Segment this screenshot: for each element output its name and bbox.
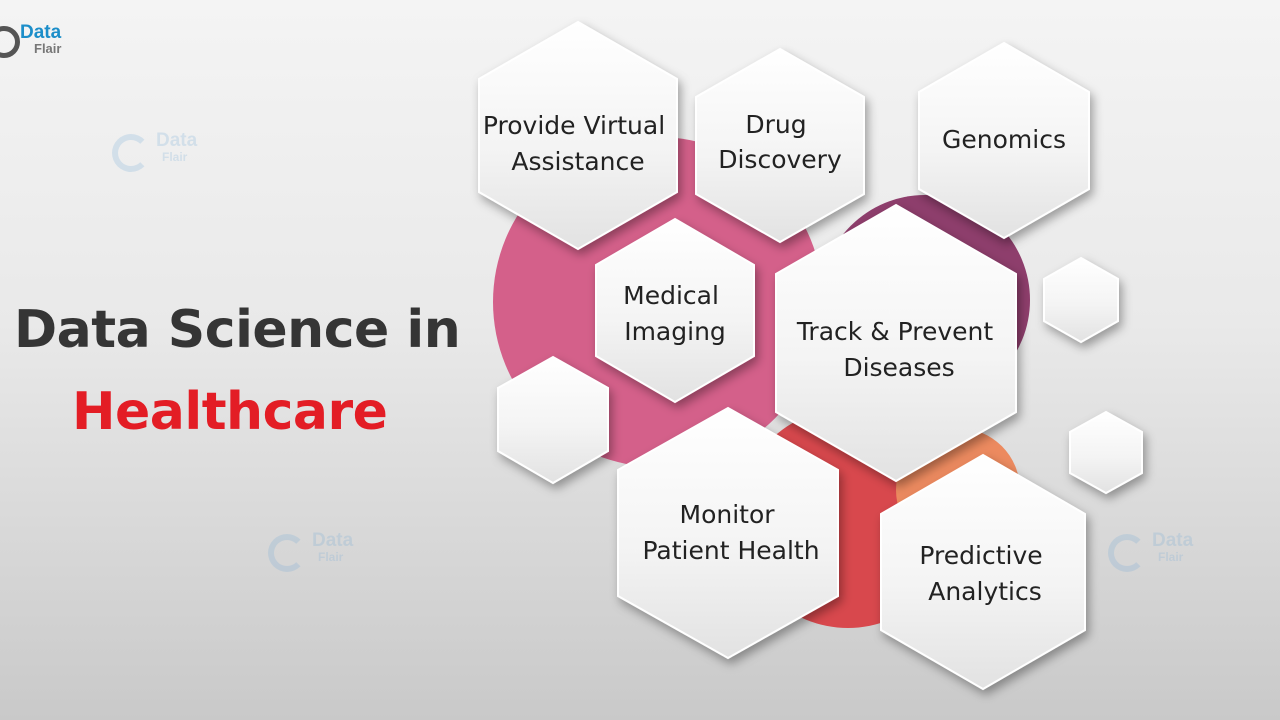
small-hexagon <box>1043 256 1119 344</box>
node-label-line: Track & Prevent <box>796 317 994 346</box>
node-label-line: Assistance <box>511 147 644 176</box>
node-label-line: Imaging <box>624 317 726 346</box>
node-label-line: Analytics <box>928 577 1042 606</box>
node-label-line: Genomics <box>942 125 1066 154</box>
node-label-line: Predictive <box>919 541 1042 570</box>
node-label-line: Medical <box>623 281 719 310</box>
hexagon-diagram: Provide Virtual Assistance Drug Discover… <box>478 20 1143 691</box>
infographic-canvas: Data Flair Data Flair Data Flair Data Flair… <box>0 0 1280 720</box>
node-label-line: Drug <box>745 110 806 139</box>
node-label-line: Provide Virtual <box>483 111 665 140</box>
node-label-line: Patient Health <box>642 536 819 565</box>
node-label-line: Monitor <box>680 500 776 529</box>
small-hexagon <box>1069 410 1143 495</box>
node-label: Genomics <box>942 125 1066 154</box>
node-label-line: Diseases <box>843 353 954 382</box>
node-label-line: Discovery <box>718 145 842 174</box>
